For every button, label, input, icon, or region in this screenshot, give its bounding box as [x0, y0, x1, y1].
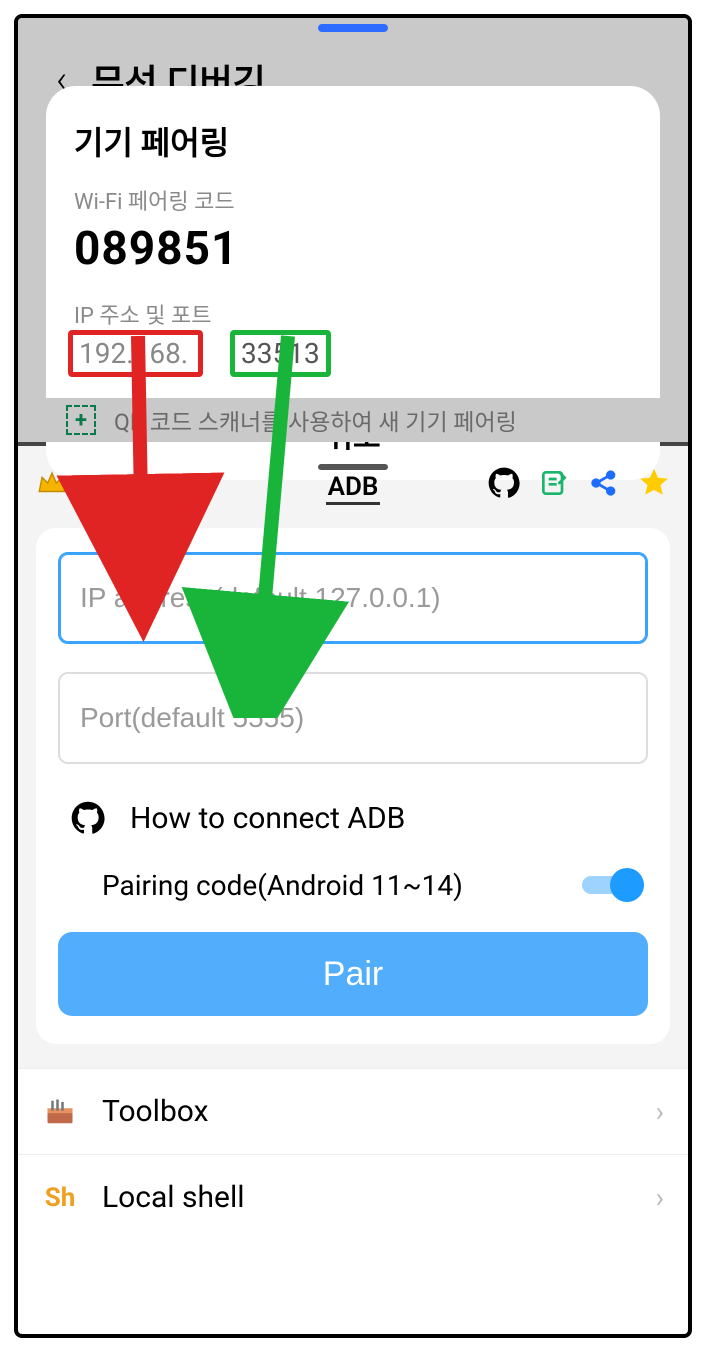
pair-button[interactable]: Pair	[58, 932, 648, 1016]
howto-row[interactable]: How to connect ADB	[68, 798, 648, 838]
port-input[interactable]	[58, 672, 648, 764]
gesture-pill	[318, 24, 388, 32]
dialog-title: 기기 페어링	[74, 118, 632, 164]
settings-backdrop: ‹ 무선 디버깅 기기 페어링 Wi-Fi 페어링 코드 089851 IP 주…	[18, 18, 688, 442]
list-item-label: Toolbox	[102, 1094, 656, 1129]
ip-port-label: IP 주소 및 포트	[74, 298, 632, 330]
share-icon[interactable]	[584, 463, 624, 503]
toolbar-title: ADB	[318, 464, 388, 502]
notes-icon[interactable]	[534, 463, 574, 503]
ip-input[interactable]	[58, 552, 648, 644]
port-value-annotated: 33513	[230, 330, 331, 377]
chevron-right-icon: ›	[656, 1181, 664, 1214]
drag-handle-icon[interactable]	[318, 464, 388, 470]
github-icon[interactable]	[484, 463, 524, 503]
pairing-code-value: 089851	[74, 222, 632, 276]
pairing-toggle[interactable]	[582, 868, 644, 902]
star-icon[interactable]	[634, 463, 674, 503]
pairing-code-label: Wi-Fi 페어링 코드	[74, 184, 632, 216]
ip-value-annotated: 192.168.	[68, 330, 203, 377]
crown-icon[interactable]	[32, 463, 72, 503]
howto-label: How to connect ADB	[130, 801, 405, 836]
toolbox-icon	[38, 1097, 82, 1127]
pairing-toggle-label: Pairing code(Android 11~14)	[102, 869, 463, 902]
app-toolbar: ADB	[18, 446, 688, 520]
list-item-local-shell[interactable]: Sh Local shell ›	[18, 1154, 688, 1240]
list-item-label: Local shell	[102, 1180, 656, 1215]
connect-card: How to connect ADB Pairing code(Android …	[36, 528, 670, 1044]
list-item-toolbox[interactable]: Toolbox ›	[18, 1068, 688, 1154]
qr-hint-text: QR 코드 스캐너를 사용하여 새 기기 페어링	[114, 403, 517, 437]
github-icon	[68, 798, 108, 838]
shell-icon: Sh	[38, 1183, 82, 1213]
chevron-right-icon: ›	[656, 1095, 664, 1128]
qr-add-icon[interactable]: +	[66, 405, 96, 435]
